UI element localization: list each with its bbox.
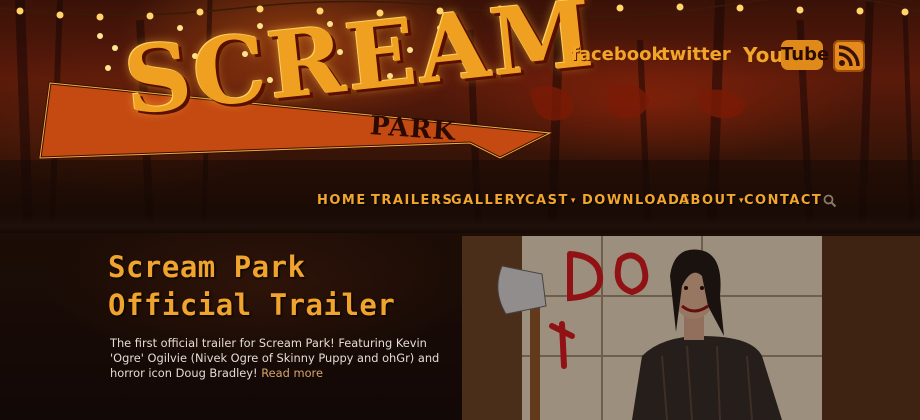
trailer-still bbox=[462, 236, 920, 420]
youtube-link[interactable]: You Tube bbox=[743, 40, 829, 72]
chevron-down-icon: ▾ bbox=[570, 196, 577, 206]
post-title[interactable]: Scream Park Official Trailer bbox=[108, 248, 448, 324]
nav-label: CAST bbox=[525, 193, 569, 208]
rss-icon bbox=[838, 45, 860, 67]
read-more-link[interactable]: Read more bbox=[261, 366, 323, 380]
nav-label: CONTACT bbox=[744, 193, 823, 208]
post-excerpt: The first official trailer for Scream Pa… bbox=[110, 336, 440, 381]
nav-item-contact[interactable]: CONTACT bbox=[744, 188, 822, 214]
youtube-you-text: You bbox=[743, 43, 784, 67]
site-header: SCREAM PARK facebook twitter You Tube HO… bbox=[0, 0, 920, 225]
search-icon[interactable] bbox=[823, 194, 837, 208]
nav-label: ABOUT bbox=[679, 193, 737, 208]
featured-image[interactable] bbox=[462, 236, 920, 420]
nav-item-downloads[interactable]: DOWNLOADS bbox=[582, 188, 691, 214]
site-logo[interactable]: SCREAM PARK bbox=[30, 0, 600, 168]
nav-item-home[interactable]: HOME bbox=[317, 188, 367, 214]
nav-item-cast[interactable]: CAST ▾ bbox=[525, 188, 577, 214]
twitter-link[interactable]: twitter bbox=[661, 44, 731, 65]
nav-label: HOME bbox=[317, 193, 367, 208]
nav-label: DOWNLOADS bbox=[582, 193, 692, 208]
nav-item-trailers[interactable]: TRAILERS bbox=[371, 188, 453, 214]
nav-item-gallery[interactable]: GALLERY bbox=[451, 188, 526, 214]
nav-label: TRAILERS bbox=[371, 193, 454, 208]
section-divider bbox=[0, 215, 920, 233]
nav-label: GALLERY bbox=[451, 193, 527, 208]
logo-subtitle: PARK bbox=[369, 111, 457, 147]
header-blood-splatter bbox=[530, 84, 745, 121]
main-nav: HOME TRAILERS GALLERY CAST ▾ DOWNLOADS AB… bbox=[305, 188, 845, 214]
facebook-link[interactable]: facebook bbox=[571, 44, 663, 65]
youtube-tube-badge: Tube bbox=[781, 40, 829, 70]
nav-item-about[interactable]: ABOUT ▾ bbox=[679, 188, 745, 214]
rss-link[interactable] bbox=[833, 40, 865, 72]
